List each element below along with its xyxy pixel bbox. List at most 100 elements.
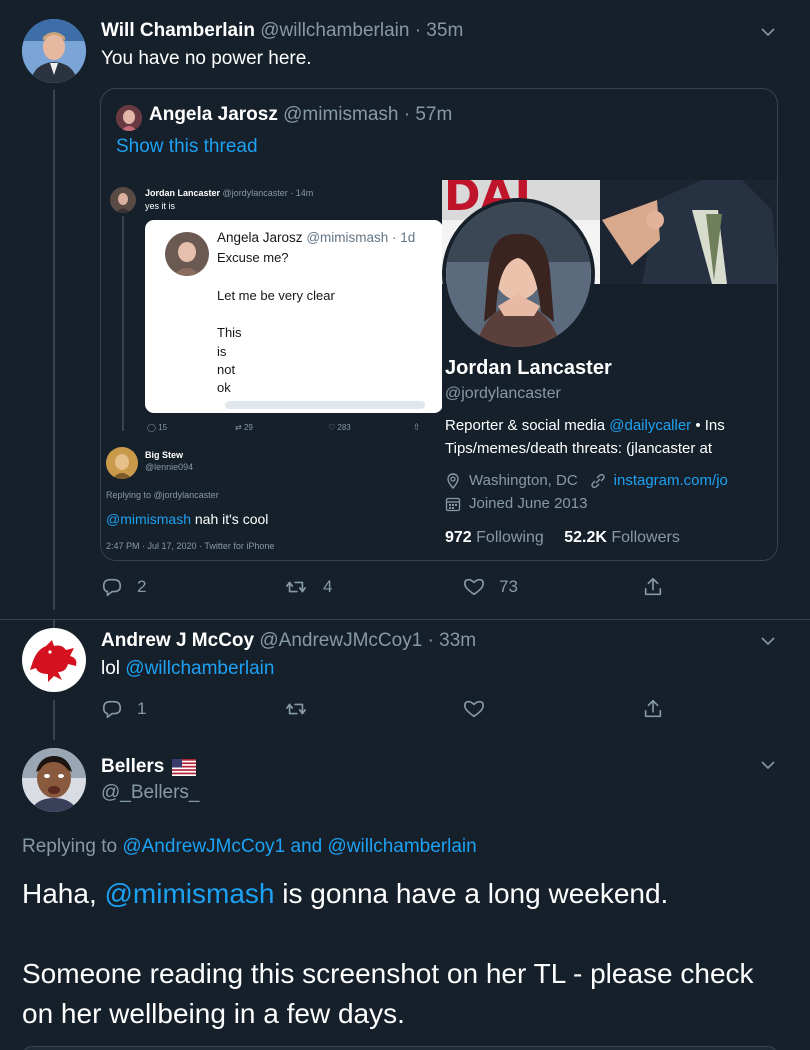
- retweet-count: 4: [323, 577, 333, 596]
- mini-reply-footer: 2:47 PM · Jul 17, 2020 · Twitter for iPh…: [106, 541, 275, 551]
- mini-text: yes it is: [145, 201, 176, 211]
- avatar[interactable]: [22, 628, 86, 692]
- replying-label: Replying to: [22, 836, 123, 857]
- mini-handle: @jordylancaster · 14m: [222, 188, 314, 198]
- mini-cutoff: [225, 401, 425, 409]
- mention-link[interactable]: @willchamberlain: [125, 658, 274, 679]
- mini-reply-count: 15: [158, 423, 168, 432]
- mini-retweet-count: 29: [243, 423, 253, 432]
- reply-count: 2: [137, 577, 147, 596]
- profile-handle: @jordylancaster: [445, 385, 561, 402]
- display-name[interactable]: Bellers: [101, 756, 164, 778]
- avatar[interactable]: [22, 19, 86, 83]
- profile-name: Jordan Lancaster: [445, 357, 612, 379]
- reply-count: 1: [137, 699, 147, 718]
- mini-inner-line: Excuse me?: [217, 250, 289, 265]
- reply-button[interactable]: 1: [101, 698, 146, 720]
- heart-icon: [464, 578, 484, 596]
- following-count: 972: [445, 529, 472, 546]
- tweet-text-body: Haha,: [22, 878, 105, 909]
- divider: [0, 619, 810, 620]
- mini-quote-card: Angela Jarosz @mimismash · 1d Excuse me?…: [145, 220, 443, 413]
- share-icon: [644, 699, 662, 718]
- like-button[interactable]: 73: [463, 576, 518, 598]
- tweet-text-body: lol: [101, 658, 126, 679]
- heart-icon: [464, 700, 484, 718]
- show-thread-link[interactable]: Show this thread: [116, 136, 258, 158]
- mini-reply-stat: ◯ 15: [147, 423, 167, 432]
- following-label: Following: [476, 529, 544, 546]
- mini-replying-to: Replying to @jordylancaster: [106, 490, 219, 500]
- profile-bio-line1: Reporter & social media @dailycaller • I…: [445, 417, 725, 434]
- handle[interactable]: @AndrewJMcCoy1: [259, 630, 422, 651]
- tweet-header: Will Chamberlain @willchamberlain · 35m: [101, 20, 463, 42]
- profile-follow-stats: 972 Following 52.2K Followers: [445, 529, 680, 547]
- thread-line: [53, 700, 55, 740]
- mention-link[interactable]: @willchamberlain: [328, 836, 477, 857]
- mini-like-stat: ♡ 283: [328, 423, 351, 432]
- mini-inner-handle: @mimismash · 1d: [306, 230, 416, 245]
- mini-inner-line: This: [217, 325, 242, 340]
- mini-name: Jordan Lancaster: [145, 188, 221, 198]
- mini-inner-header: Angela Jarosz @mimismash · 1d: [217, 230, 415, 245]
- tweet-text: Haha, @mimismash is gonna have a long we…: [22, 874, 782, 914]
- chevron-down-icon[interactable]: [761, 758, 775, 772]
- mini-like-count: 283: [337, 423, 351, 432]
- reply-button[interactable]: 2: [101, 576, 146, 598]
- mini-reply-name: Big Stew: [145, 450, 184, 460]
- profile-avatar: [442, 198, 595, 351]
- mention-link[interactable]: @mimismash: [105, 878, 275, 909]
- thread-line: [53, 90, 55, 610]
- tweet-header: Bellers: [101, 756, 197, 778]
- mini-inner-line: Let me be very clear: [217, 288, 335, 303]
- chevron-down-icon[interactable]: [761, 25, 775, 39]
- share-icon: [644, 577, 662, 596]
- display-name[interactable]: Andrew J McCoy: [101, 630, 254, 651]
- mini-header: Jordan Lancaster @jordylancaster · 14m: [145, 188, 313, 198]
- timestamp[interactable]: · 35m: [415, 20, 464, 41]
- avatar: [110, 187, 136, 213]
- retweet-icon: [286, 581, 306, 593]
- avatar[interactable]: [22, 748, 86, 812]
- quote-tweet-card[interactable]: Angela Jarosz @mimismash · 57m Show this…: [100, 88, 778, 561]
- retweet-button[interactable]: [283, 698, 323, 720]
- display-name[interactable]: Will Chamberlain: [101, 20, 255, 41]
- profile-joined: Joined June 2013: [469, 495, 588, 512]
- mini-reply-body: nah it's cool: [191, 511, 269, 527]
- quote-header: Angela Jarosz @mimismash · 57m: [149, 104, 452, 126]
- mini-reply-text: @mimismash nah it's cool: [106, 511, 268, 527]
- followers-label: Followers: [611, 529, 680, 546]
- chevron-down-icon[interactable]: [761, 634, 775, 648]
- bio-text-end: • Ins: [691, 417, 725, 434]
- mini-reply-mention: @mimismash: [106, 511, 191, 527]
- tweet-text: You have no power here.: [101, 48, 312, 69]
- share-button[interactable]: [642, 576, 678, 598]
- tweet-text: lol @willchamberlain: [101, 658, 274, 680]
- quote-image-right[interactable]: DAI Jordan Lancaster @jordylancaster Rep…: [442, 180, 777, 560]
- handle[interactable]: @_Bellers_: [101, 782, 200, 804]
- share-button[interactable]: [642, 698, 678, 720]
- quote-image-left[interactable]: Jordan Lancaster @jordylancaster · 14m y…: [101, 180, 443, 560]
- thread-line-top: [53, 620, 55, 628]
- reply-icon: [102, 700, 122, 719]
- tweet-text-paragraph: Someone reading this screenshot on her T…: [22, 958, 754, 1029]
- quote-avatar: [116, 105, 142, 131]
- mini-inner-line: is: [217, 344, 227, 359]
- profile-link: instagram.com/jo: [613, 472, 728, 489]
- profile-location: Washington, DC: [469, 472, 578, 489]
- retweet-button[interactable]: 4: [283, 576, 332, 598]
- avatar: [165, 232, 209, 276]
- avatar: [106, 447, 138, 479]
- handle[interactable]: @willchamberlain: [260, 20, 409, 41]
- tweet-text-body: is gonna have a long weekend.: [274, 878, 669, 909]
- replying-to: Replying to @AndrewJMcCoy1 and @willcham…: [22, 836, 477, 858]
- timestamp[interactable]: · 33m: [428, 630, 477, 651]
- mini-retweet-stat: ⇄ 29: [235, 423, 253, 432]
- like-button[interactable]: [463, 698, 499, 720]
- mini-reply-handle: @lennie094: [145, 462, 194, 472]
- mention-link[interactable]: @AndrewJMcCoy1: [122, 836, 285, 857]
- link-icon: [590, 473, 605, 488]
- retweet-icon: [286, 703, 306, 715]
- replying-and: and: [285, 836, 328, 857]
- location-icon: [447, 472, 459, 489]
